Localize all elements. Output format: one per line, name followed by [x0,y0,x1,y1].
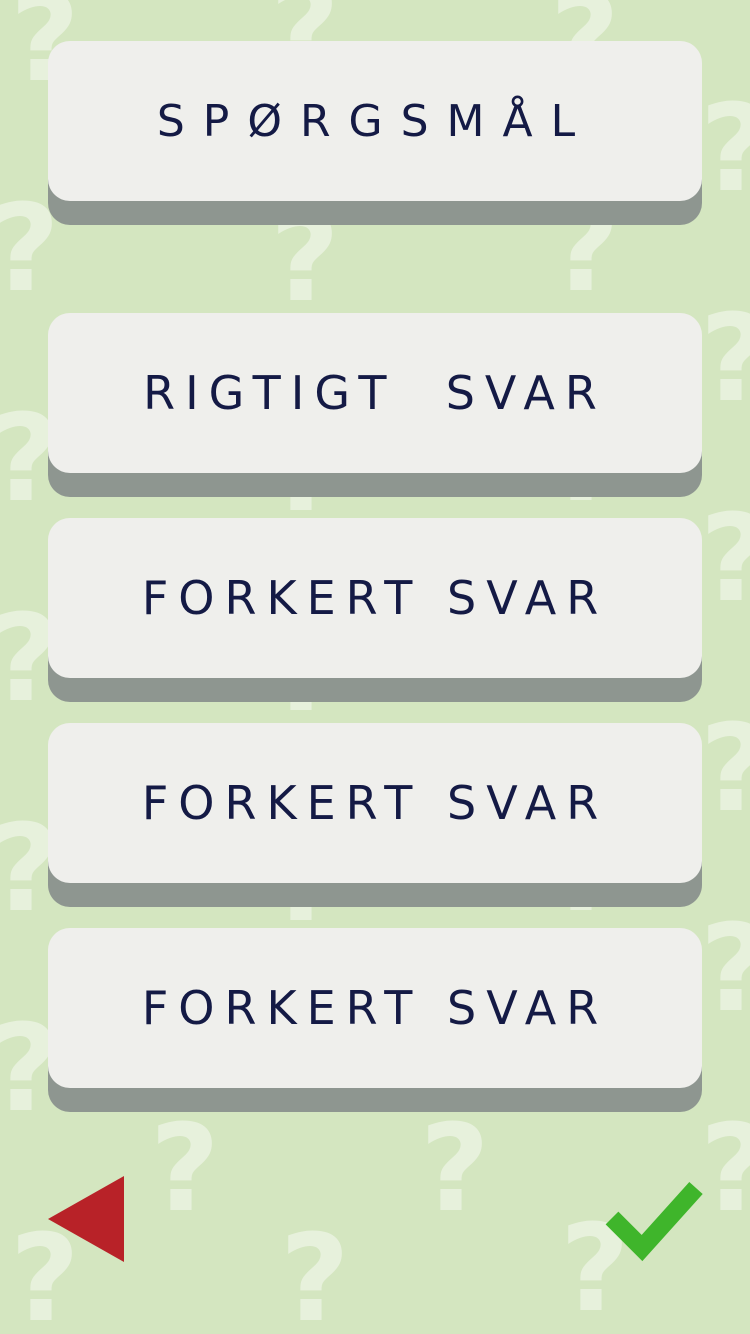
answer-label: FORKERT SVAR [141,776,609,830]
question-card: SPØRGSMÅL [48,41,702,201]
back-button[interactable] [46,1174,126,1264]
answer-label: RIGTIGT SVAR [143,366,607,420]
confirm-button[interactable] [604,1178,704,1262]
answer-button-1[interactable]: RIGTIGT SVAR [48,313,702,473]
answer-button-2[interactable]: FORKERT SVAR [48,518,702,678]
answer-label: FORKERT SVAR [141,981,609,1035]
back-triangle-icon [48,1176,124,1262]
answer-label: FORKERT SVAR [141,571,609,625]
checkmark-icon [605,1181,703,1262]
question-label: SPØRGSMÅL [156,95,594,147]
answer-button-4[interactable]: FORKERT SVAR [48,928,702,1088]
answer-button-3[interactable]: FORKERT SVAR [48,723,702,883]
